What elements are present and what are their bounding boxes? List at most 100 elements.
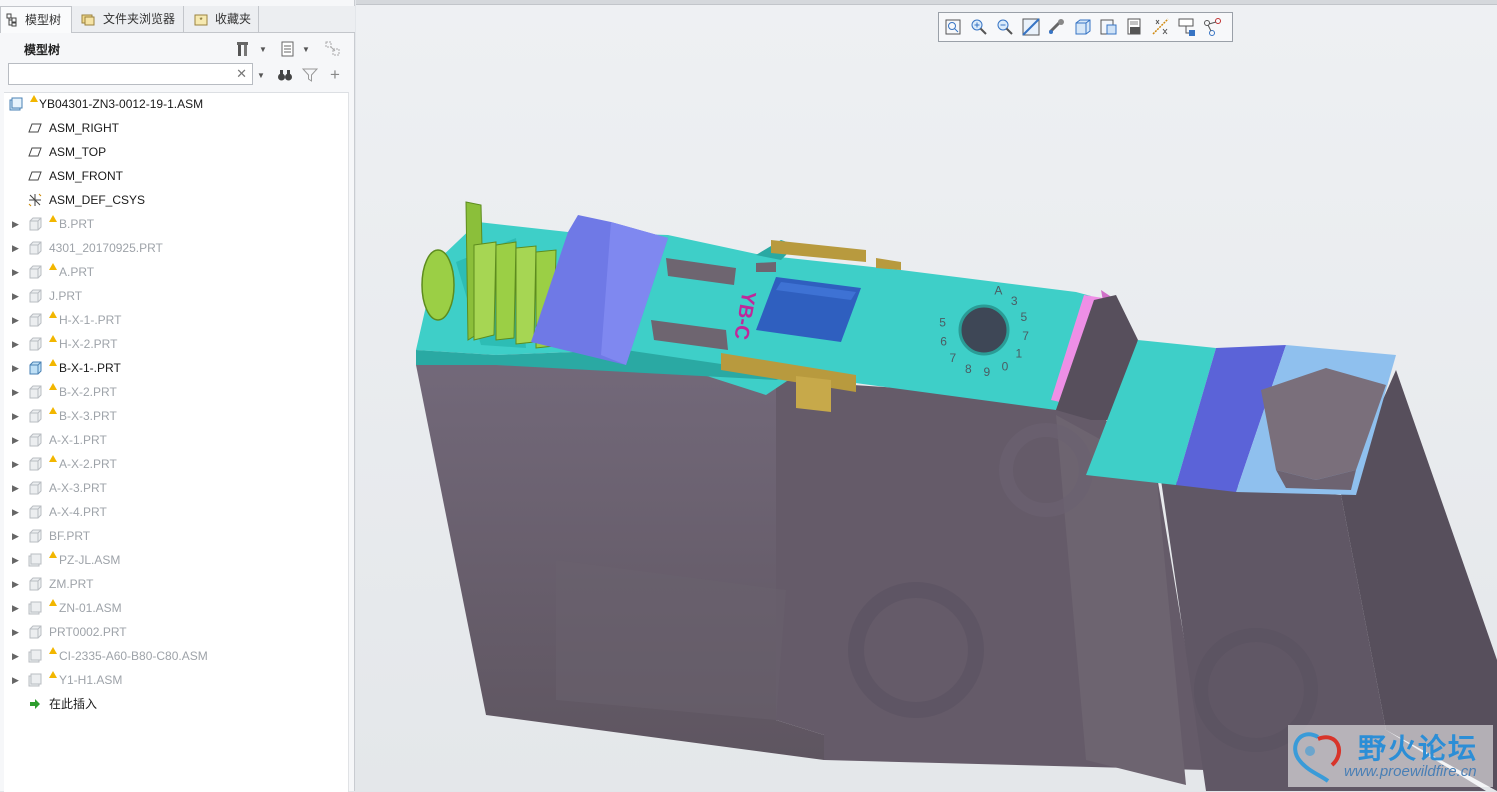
panel-title: 模型树 <box>24 43 61 57</box>
tree-item-row[interactable]: ▶ B-X-1-.PRT <box>4 357 344 379</box>
expand-arrow-icon[interactable]: ▶ <box>12 645 19 667</box>
tree-item-row[interactable]: ▶ H-X-2.PRT <box>4 333 344 355</box>
tree-item-row[interactable]: ▶ A-X-4.PRT <box>4 501 344 523</box>
tree-item-row[interactable]: ▶ A-X-3.PRT <box>4 477 344 499</box>
datum-plane-icon <box>28 171 42 181</box>
expand-arrow-icon[interactable]: ▶ <box>12 309 19 331</box>
part-icon <box>29 481 42 495</box>
tree-item-row[interactable]: ▶ J.PRT <box>4 285 344 307</box>
expand-arrow-icon[interactable]: ▶ <box>12 501 19 523</box>
add-column-button[interactable]: + <box>324 64 346 86</box>
tools-icon <box>237 42 248 56</box>
tree-item-row[interactable]: ▶ B-X-3.PRT <box>4 405 344 427</box>
assembly-3d-model[interactable]: YB-C A3571098765 <box>356 0 1497 791</box>
tree-item-row[interactable]: ▶ B-X-2.PRT <box>4 381 344 403</box>
search-field[interactable]: ✕ <box>8 63 253 85</box>
datum-label: ASM_DEF_CSYS <box>49 193 146 207</box>
search-input[interactable] <box>11 65 240 85</box>
dial-label: 8 <box>965 362 972 376</box>
part-icon <box>29 625 42 639</box>
tree-item-row[interactable]: ▶ 4301_20170925.PRT <box>4 237 344 259</box>
tree-root-row[interactable]: YB04301-ZN3-0012-19-1.ASM <box>4 93 344 115</box>
chevron-down-icon: ▼ <box>257 70 265 80</box>
tree-item-row[interactable]: ▶ A-X-2.PRT <box>4 453 344 475</box>
expand-arrow-icon[interactable]: ▶ <box>12 405 19 427</box>
expand-arrow-icon[interactable]: ▶ <box>12 525 19 547</box>
part-icon <box>29 433 42 447</box>
datum-row[interactable]: ASM_RIGHT <box>4 117 344 139</box>
assembly-icon <box>28 553 42 567</box>
part-icon <box>29 265 42 279</box>
filter-button[interactable] <box>299 64 321 86</box>
tree-item-label: ZN-01.ASM <box>59 601 122 615</box>
expand-arrow-icon[interactable]: ▶ <box>12 357 19 379</box>
tab-favorites[interactable]: * 收藏夹 <box>185 6 259 32</box>
datum-row[interactable]: ASM_TOP <box>4 141 344 163</box>
tree-item-row[interactable]: ▶ A-X-1.PRT <box>4 429 344 451</box>
show-button[interactable] <box>277 38 299 60</box>
warning-icon <box>49 671 57 678</box>
expand-arrow-icon[interactable]: ▶ <box>12 333 19 355</box>
part-icon <box>29 529 42 543</box>
tree-filter-button[interactable] <box>322 38 344 60</box>
expand-arrow-icon[interactable]: ▶ <box>12 453 19 475</box>
find-button[interactable] <box>274 64 296 86</box>
tree-item-label: B-X-2.PRT <box>59 385 117 399</box>
part-icon <box>29 505 42 519</box>
tree-item-row[interactable]: ▶ CI-2335-A60-B80-C80.ASM <box>4 645 344 667</box>
expand-arrow-icon[interactable]: ▶ <box>12 669 19 691</box>
dial-label: 7 <box>1022 329 1029 343</box>
datum-label: ASM_RIGHT <box>49 121 120 135</box>
datum-row[interactable]: ASM_FRONT <box>4 165 344 187</box>
part-icon <box>29 289 42 303</box>
warning-icon <box>49 335 57 342</box>
warning-icon <box>49 455 57 462</box>
tree-item-row[interactable]: ▶ Y1-H1.ASM <box>4 669 344 691</box>
warning-icon <box>49 359 57 366</box>
warning-icon <box>49 407 57 414</box>
assembly-icon <box>28 601 42 615</box>
tree-item-row[interactable]: ▶ H-X-1-.PRT <box>4 309 344 331</box>
insert-here-row[interactable]: 在此插入 <box>4 693 344 715</box>
watermark-url: www.proewildfire.cn <box>1344 763 1477 780</box>
search-dropdown[interactable]: ▼ <box>254 64 268 86</box>
part-icon <box>29 577 42 591</box>
chevron-down-icon: ▼ <box>302 44 310 54</box>
datum-row[interactable]: ASM_DEF_CSYS <box>4 189 344 211</box>
tree-root-label: YB04301-ZN3-0012-19-1.ASM <box>39 97 204 111</box>
tree-settings-button[interactable] <box>233 38 255 60</box>
tree-item-row[interactable]: ▶ B.PRT <box>4 213 344 235</box>
expand-arrow-icon[interactable]: ▶ <box>12 597 19 619</box>
show-dropdown[interactable]: ▼ <box>299 38 313 60</box>
dial-label: 7 <box>949 351 956 365</box>
tree-item-row[interactable]: ▶ ZM.PRT <box>4 573 344 595</box>
graphics-viewport[interactable]: YB-C A3571098765 野火论坛 www.proewildfire.c… <box>356 0 1497 791</box>
tree-item-label: B.PRT <box>59 217 95 231</box>
expand-arrow-icon[interactable]: ▶ <box>12 549 19 571</box>
expand-arrow-icon[interactable]: ▶ <box>12 285 19 307</box>
tab-folder-browser[interactable]: 文件夹浏览器 <box>73 6 184 32</box>
expand-arrow-icon[interactable]: ▶ <box>12 381 19 403</box>
tab-model-tree[interactable]: 模型树 <box>0 6 72 33</box>
tree-item-label: PZ-JL.ASM <box>59 553 121 567</box>
tree-item-row[interactable]: ▶ PRT0002.PRT <box>4 621 344 643</box>
expand-arrow-icon[interactable]: ▶ <box>12 429 19 451</box>
tree-item-row[interactable]: ▶ PZ-JL.ASM <box>4 549 344 571</box>
expand-arrow-icon[interactable]: ▶ <box>12 621 19 643</box>
part-icon <box>29 385 42 399</box>
tree-item-label: H-X-1-.PRT <box>59 313 122 327</box>
tree-item-row[interactable]: ▶ A.PRT <box>4 261 344 283</box>
datum-plane-icon <box>28 147 42 157</box>
dial-label: 5 <box>939 316 946 330</box>
clear-icon[interactable]: ✕ <box>236 66 247 82</box>
expand-arrow-icon[interactable]: ▶ <box>12 477 19 499</box>
tree-item-row[interactable]: ▶ ZN-01.ASM <box>4 597 344 619</box>
tree-settings-dropdown[interactable]: ▼ <box>256 38 270 60</box>
expand-arrow-icon[interactable]: ▶ <box>12 261 19 283</box>
expand-arrow-icon[interactable]: ▶ <box>12 237 19 259</box>
expand-arrow-icon[interactable]: ▶ <box>12 213 19 235</box>
tree-item-label: A.PRT <box>59 265 95 279</box>
expand-arrow-icon[interactable]: ▶ <box>12 573 19 595</box>
tree-item-label: CI-2335-A60-B80-C80.ASM <box>59 649 208 663</box>
tree-item-row[interactable]: ▶ BF.PRT <box>4 525 344 547</box>
